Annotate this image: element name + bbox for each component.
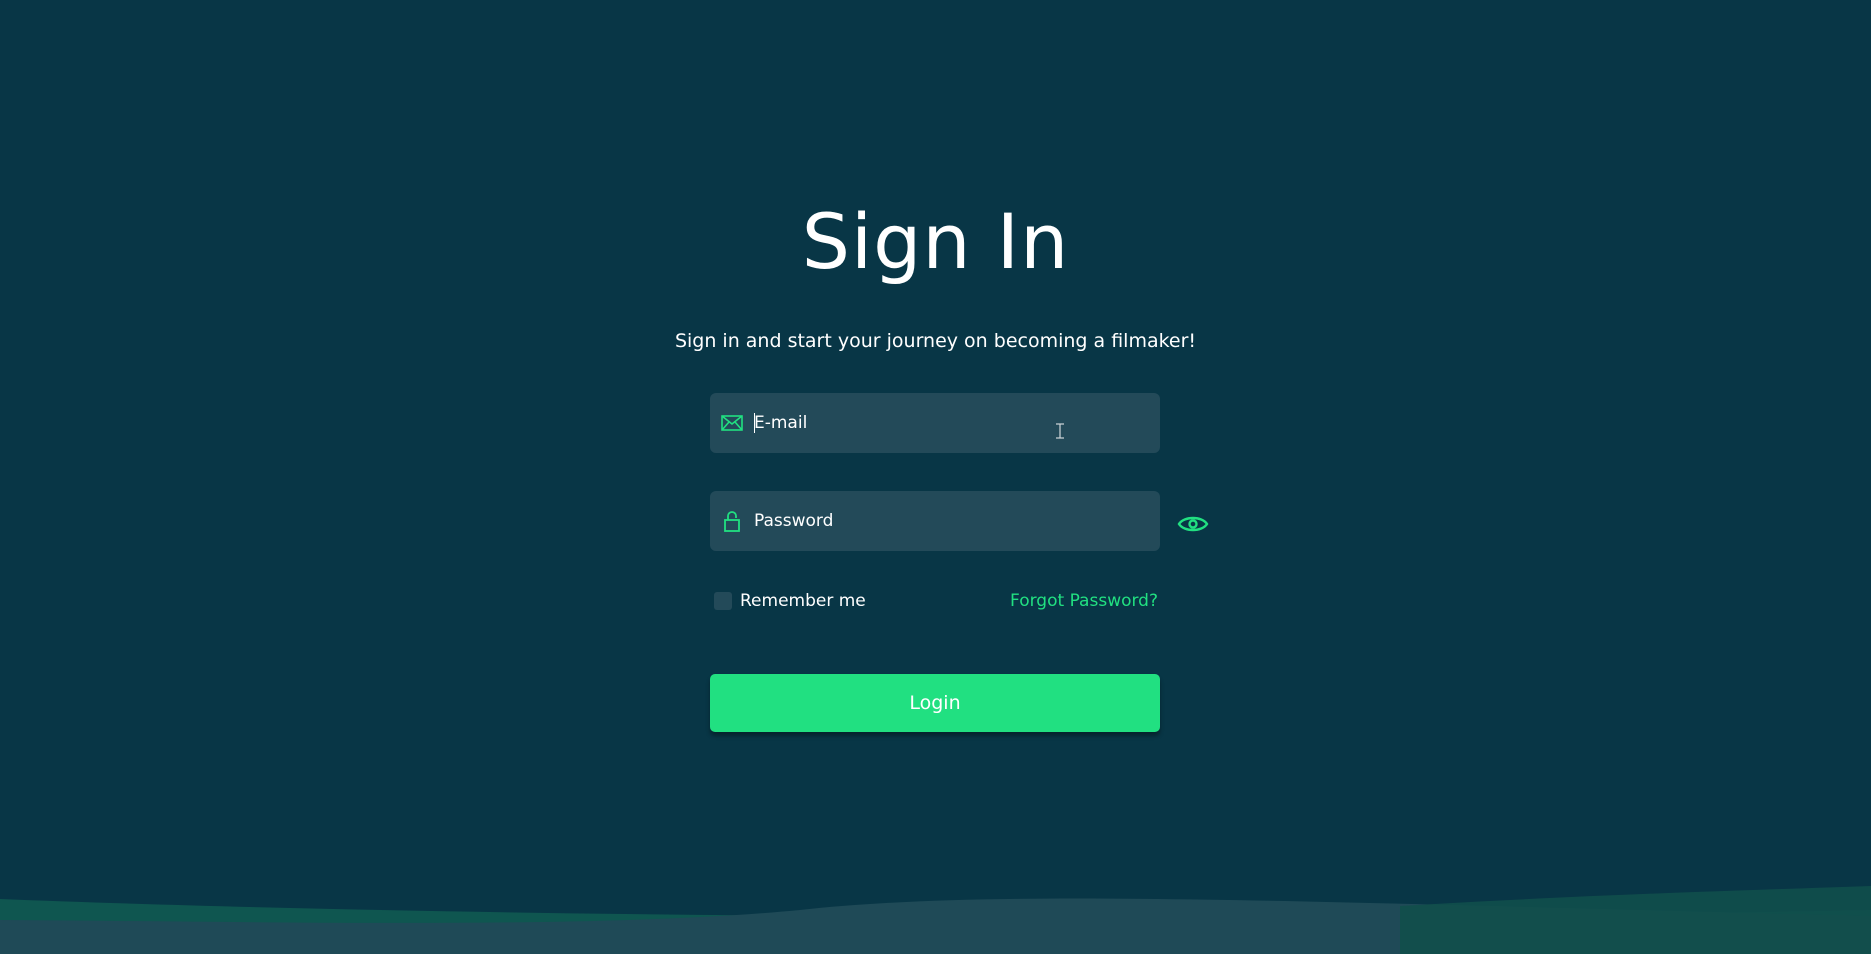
password-input[interactable]: [754, 491, 1144, 551]
envelope-icon: [721, 415, 743, 431]
eye-icon[interactable]: [1177, 508, 1209, 540]
checkbox-box[interactable]: [714, 592, 732, 610]
text-caret: [754, 413, 755, 433]
sign-in-page: Sign In Sign in and start your journey o…: [0, 0, 1871, 954]
decorative-waves: [0, 886, 1871, 954]
remember-me-checkbox[interactable]: Remember me: [714, 590, 866, 612]
login-button[interactable]: Login: [710, 674, 1160, 732]
remember-me-label[interactable]: Remember me: [740, 590, 866, 612]
forgot-password-link[interactable]: Forgot Password?: [1010, 590, 1158, 612]
page-title: Sign In: [801, 197, 1070, 286]
page-subtitle: Sign in and start your journey on becomi…: [674, 330, 1197, 352]
email-field[interactable]: [710, 393, 1160, 453]
i-beam-cursor-icon: [1056, 423, 1064, 439]
email-input[interactable]: [754, 393, 1144, 453]
lock-icon: [724, 511, 740, 532]
password-field[interactable]: [710, 491, 1160, 551]
